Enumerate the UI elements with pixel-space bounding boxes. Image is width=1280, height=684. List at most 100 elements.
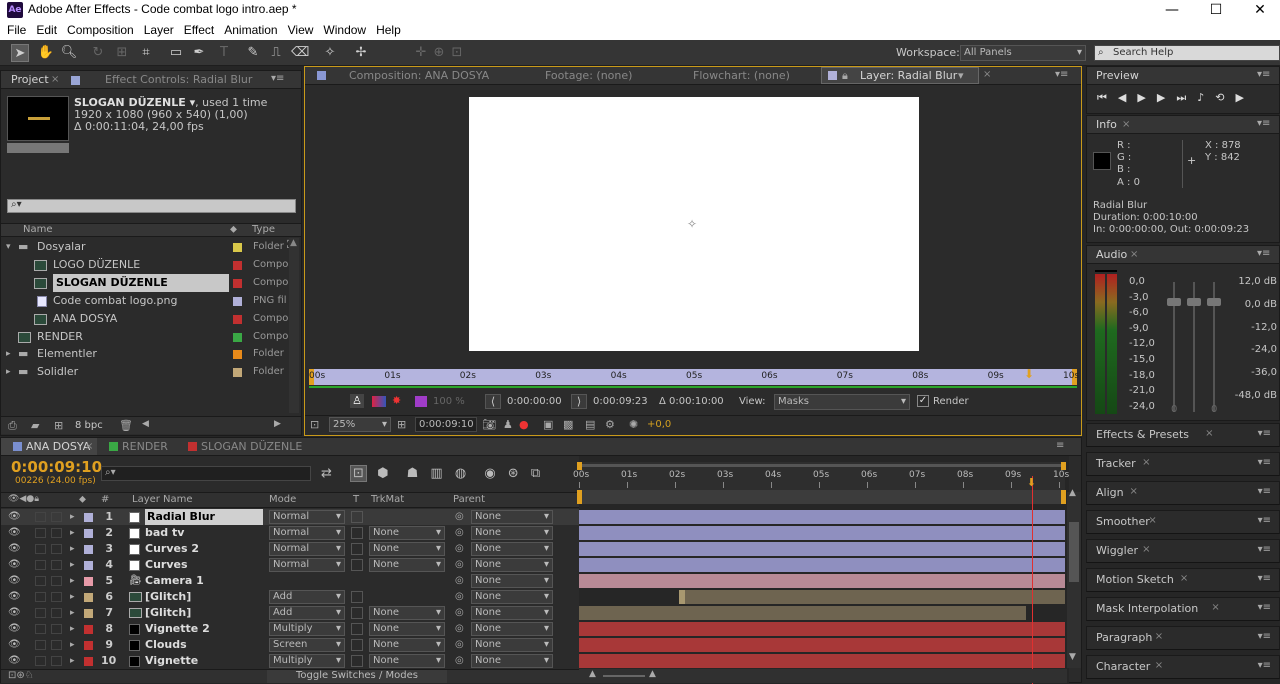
lock-switch[interactable] xyxy=(51,640,62,650)
frame-blending-icon[interactable]: ▥ xyxy=(430,466,442,481)
tab-layer-active[interactable]: 🔒︎ Layer: Radial Blur ▾ xyxy=(821,67,979,84)
layer-name[interactable]: Curves xyxy=(145,557,188,573)
navigator-end-handle[interactable] xyxy=(1061,462,1066,470)
pick-whip-icon[interactable]: ◎ xyxy=(455,557,464,573)
timeline-layer-row[interactable]: 👁︎ ▸ 7 [Glitch] Add ▾ None ▾ ◎ None ▾ xyxy=(1,605,579,621)
side-panel-character[interactable]: Character × ▾≡ xyxy=(1086,655,1280,679)
preserve-transparency-checkbox[interactable] xyxy=(351,655,363,667)
maximize-button[interactable]: ☐ xyxy=(1196,0,1236,20)
first-frame-icon[interactable]: ⏮ xyxy=(1097,91,1118,104)
layer-duration-bar[interactable] xyxy=(579,574,1065,588)
blend-mode-dropdown[interactable]: Normal ▾ xyxy=(269,526,345,540)
work-area-bar[interactable] xyxy=(579,490,1065,504)
set-out-point-icon[interactable]: ⟩ xyxy=(571,394,587,409)
preserve-transparency-checkbox[interactable] xyxy=(351,559,363,571)
navigator-start-handle[interactable] xyxy=(577,462,582,470)
last-frame-icon[interactable]: ⏭ xyxy=(1176,91,1197,104)
panel-menu-icon[interactable]: ▾≡ xyxy=(271,73,284,84)
snapshot-camera-icon[interactable]: 📷︎ xyxy=(482,418,496,431)
pick-whip-icon[interactable]: ◎ xyxy=(455,637,464,653)
eye-icon[interactable]: 👁︎ xyxy=(8,557,21,573)
rectangle-tool-icon[interactable]: ▭ xyxy=(167,44,185,62)
project-item[interactable]: LOGO DÜZENLE Compo xyxy=(1,256,301,274)
project-item[interactable]: ▾ ▬ Dosyalar Folder xyxy=(1,238,301,256)
project-item[interactable]: ANA DOSYA Compo xyxy=(1,310,301,328)
pick-whip-icon[interactable]: ◎ xyxy=(455,525,464,541)
time-navigator[interactable] xyxy=(579,464,1065,467)
expand-arrow-icon[interactable]: ▸ xyxy=(70,541,75,557)
timeline-layer-row[interactable]: 👁︎ ▸ 5 🎥︎ Camera 1 ◎ None ▾ xyxy=(1,573,579,589)
next-frame-icon[interactable]: ▶ xyxy=(1157,91,1176,104)
work-area-end-handle[interactable] xyxy=(1061,490,1066,504)
expand-arrow-icon[interactable]: ▸ xyxy=(70,637,75,653)
expand-arrow-icon[interactable]: ▸ xyxy=(70,525,75,541)
tab-preview[interactable]: Preview xyxy=(1096,69,1139,82)
label-color-swatch[interactable] xyxy=(84,593,93,602)
side-panel-motion-sketch[interactable]: Motion Sketch × ▾≡ xyxy=(1086,568,1280,592)
layer-name[interactable]: Vignette xyxy=(145,653,198,669)
label-color-swatch[interactable] xyxy=(84,513,93,522)
scroll-up-icon[interactable]: ▲ xyxy=(1069,488,1076,498)
lock-switch[interactable] xyxy=(51,544,62,554)
panel-menu-icon[interactable]: ▾≡ xyxy=(1055,69,1068,80)
lock-switch[interactable] xyxy=(51,608,62,618)
pan-behind-tool-icon[interactable]: ⌗ xyxy=(137,44,155,62)
opacity-value[interactable]: 100 % xyxy=(433,396,465,407)
layer-duration-bar[interactable] xyxy=(579,606,1027,620)
lock-switch[interactable] xyxy=(51,656,62,666)
viewer-current-time[interactable]: 0:00:09:10 xyxy=(415,417,477,432)
lock-switch[interactable] xyxy=(51,592,62,602)
label-color-swatch[interactable] xyxy=(84,625,93,634)
selection-tool-icon[interactable]: ➤ xyxy=(11,44,29,62)
menu-help[interactable]: Help xyxy=(376,20,401,40)
solo-switch[interactable] xyxy=(35,656,46,666)
tab-project[interactable]: Project xyxy=(11,73,49,86)
blend-mode-dropdown[interactable]: Normal ▾ xyxy=(269,558,345,572)
blend-mode-dropdown[interactable]: Multiply ▾ xyxy=(269,654,345,668)
chevron-down-icon[interactable]: ▾ xyxy=(958,69,964,82)
panel-menu-icon[interactable]: ▾≡ xyxy=(1258,631,1271,642)
label-color-swatch[interactable] xyxy=(233,260,242,270)
scroll-right-icon[interactable]: ▶ xyxy=(274,419,281,429)
blend-mode-dropdown[interactable]: Screen ▾ xyxy=(269,638,345,652)
layer-out-time[interactable]: 0:00:09:23 xyxy=(593,396,648,407)
hide-shy-layers-icon[interactable]: ☗ xyxy=(407,466,419,481)
motion-tracker-icon[interactable]: ♙ xyxy=(350,394,364,408)
pen-tool-icon[interactable]: ✒ xyxy=(190,44,208,62)
menu-composition[interactable]: Composition xyxy=(67,20,134,40)
workspace-dropdown[interactable]: All Panels ▾ xyxy=(960,45,1086,61)
new-folder-icon[interactable]: ▰ xyxy=(31,419,39,432)
close-button[interactable]: ✕ xyxy=(1240,0,1280,20)
eye-icon[interactable]: 👁︎ xyxy=(8,653,21,669)
parent-dropdown[interactable]: None ▾ xyxy=(471,542,553,556)
close-tab-icon[interactable]: × xyxy=(983,69,991,80)
timeline-layer-row[interactable]: 👁︎ ▸ 3 Curves 2 Normal ▾ None ▾ ◎ None ▾ xyxy=(1,541,579,557)
preserve-transparency-checkbox[interactable] xyxy=(351,543,363,555)
label-color-swatch[interactable] xyxy=(84,577,93,586)
label-color-swatch[interactable] xyxy=(233,350,242,360)
tab-info[interactable]: Info xyxy=(1096,118,1117,131)
close-tab-icon[interactable]: × xyxy=(1180,573,1188,584)
solo-switch[interactable] xyxy=(35,560,46,570)
timeline-layer-row[interactable]: 👁︎ ▸ 4 Curves Normal ▾ None ▾ ◎ None ▾ xyxy=(1,557,579,573)
eye-icon[interactable]: 👁︎ xyxy=(8,573,21,589)
blend-mode-dropdown[interactable]: Add ▾ xyxy=(269,606,345,620)
layer-name[interactable]: Clouds xyxy=(145,637,187,653)
label-color-swatch[interactable] xyxy=(233,296,242,306)
play-icon[interactable]: ▶ xyxy=(1137,91,1156,104)
project-search-input[interactable]: ⌕▾ xyxy=(7,199,296,213)
zoom-in-icon[interactable]: ▲ xyxy=(649,669,656,679)
new-composition-icon[interactable]: ⊞ xyxy=(54,419,63,432)
timeline-timecode[interactable]: 0:00:09:10 xyxy=(11,458,102,476)
scroll-up-icon[interactable]: ▲ xyxy=(290,238,297,248)
project-scrollbar[interactable]: ▲ xyxy=(289,238,299,413)
expand-arrow-icon[interactable]: ▸ xyxy=(70,653,75,669)
render-checkbox[interactable]: ✓ xyxy=(917,395,929,407)
track-matte-dropdown[interactable]: None ▾ xyxy=(369,622,445,636)
pick-whip-icon[interactable]: ◎ xyxy=(455,509,464,525)
side-panel-tracker[interactable]: Tracker × ▾≡ xyxy=(1086,452,1280,476)
tab-render[interactable]: RENDER xyxy=(122,440,168,453)
timeline-layer-row[interactable]: 👁︎ ▸ 2 bad tv Normal ▾ None ▾ ◎ None ▾ xyxy=(1,525,579,541)
toggle-switches-modes[interactable]: Toggle Switches / Modes xyxy=(267,670,447,683)
pick-whip-icon[interactable]: ◎ xyxy=(455,541,464,557)
